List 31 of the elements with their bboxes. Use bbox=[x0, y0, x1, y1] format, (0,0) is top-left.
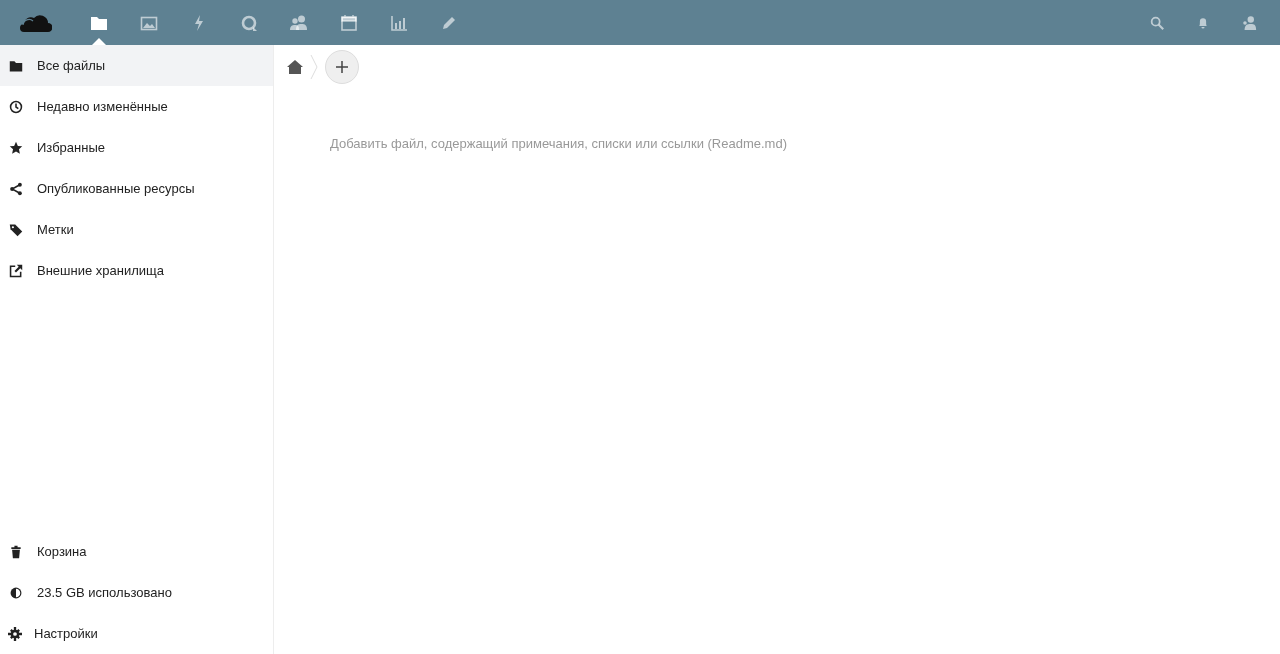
plus-icon bbox=[336, 61, 348, 73]
trash-icon bbox=[9, 544, 23, 559]
quota-link[interactable]: 23.5 GB использовано bbox=[0, 572, 273, 613]
pie-icon bbox=[9, 585, 23, 600]
star-icon bbox=[9, 140, 23, 155]
trash-link[interactable]: Корзина bbox=[0, 531, 273, 572]
speech-bubble-icon bbox=[240, 13, 258, 32]
home-icon[interactable] bbox=[287, 60, 303, 74]
nav-item[interactable]: Избранные bbox=[0, 127, 273, 168]
cloud-logo[interactable] bbox=[20, 12, 52, 33]
people-icon bbox=[290, 13, 308, 32]
settings-link[interactable]: Настройки bbox=[0, 613, 273, 654]
share-icon bbox=[9, 181, 23, 196]
clock-icon bbox=[9, 99, 23, 114]
bar-chart-icon bbox=[390, 13, 408, 32]
calendar-icon bbox=[340, 13, 358, 32]
readme-hint: Добавить файл, содержащий примечания, списки или ссылки (Readme.md) bbox=[330, 136, 788, 151]
bell-icon bbox=[1196, 15, 1210, 30]
folder-icon bbox=[9, 58, 23, 73]
nav-item[interactable]: Метки bbox=[0, 209, 273, 250]
nav-item[interactable]: Опубликованные ресурсы bbox=[0, 168, 273, 209]
gear-icon bbox=[8, 626, 22, 641]
nav-item[interactable]: Внешние хранилища bbox=[0, 250, 273, 291]
user-icon bbox=[1241, 14, 1257, 31]
tag-icon bbox=[9, 222, 23, 237]
breadcrumb-separator-icon bbox=[309, 55, 319, 79]
nav-item[interactable]: Недавно изменённые bbox=[0, 86, 273, 127]
nav-item[interactable]: Все файлы bbox=[0, 45, 273, 86]
add-button[interactable] bbox=[325, 50, 359, 84]
external-link-icon bbox=[9, 263, 23, 278]
search-icon bbox=[1149, 14, 1165, 31]
